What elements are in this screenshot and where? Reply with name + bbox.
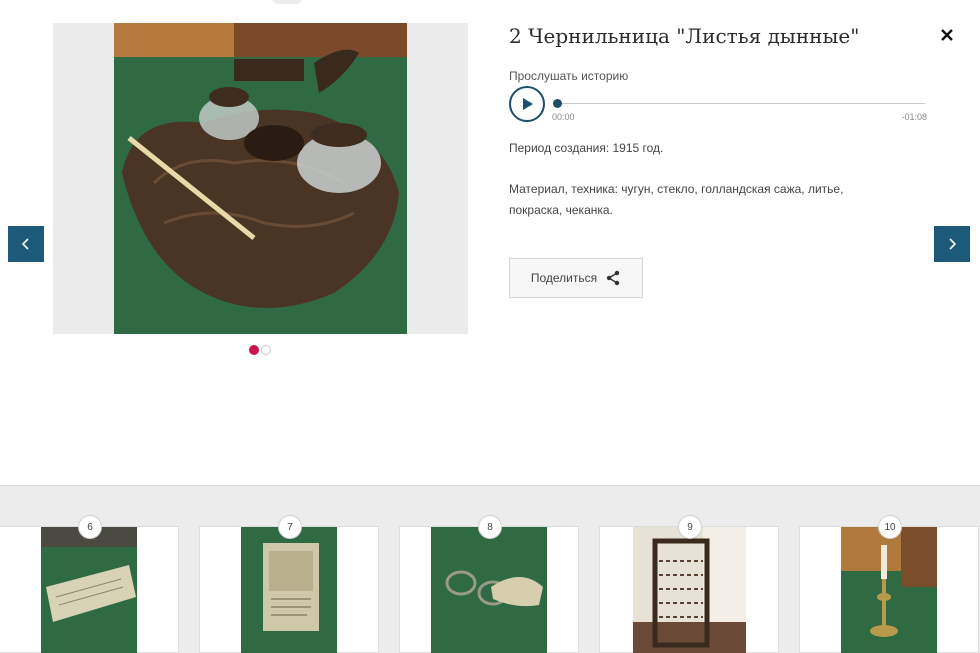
play-button[interactable] (509, 86, 545, 122)
next-item-button[interactable] (934, 226, 970, 262)
close-button[interactable] (938, 26, 956, 44)
panel-pointer (272, 0, 302, 4)
thumbnail-card[interactable]: 9 (599, 515, 779, 653)
audio-progress-handle[interactable] (553, 99, 562, 108)
thumbnail-number: 6 (78, 515, 102, 539)
item-title: 2 Чернильница "Листья дынные" (509, 24, 860, 48)
audio-progress-track[interactable] (554, 103, 925, 104)
thumbnail-image (633, 527, 746, 653)
audio-player: 00:00 -01:08 (509, 86, 927, 124)
share-button-label: Поделиться (530, 271, 598, 285)
play-icon (523, 98, 533, 110)
thumbnail-card[interactable]: 10 (799, 515, 979, 653)
audio-time-remaining: -01:08 (901, 112, 927, 122)
artifact-detail-panel: 2 Чернильница "Листья дынные" Прослушать… (0, 0, 980, 486)
thumbnail-number: 9 (678, 515, 702, 539)
chevron-right-icon (949, 238, 957, 250)
thumbnail-strip: 6 7 8 9 10 (0, 515, 980, 653)
prev-item-button[interactable] (8, 226, 44, 262)
thumbnail-number: 8 (478, 515, 502, 539)
share-button[interactable]: Поделиться (509, 258, 643, 298)
share-icon (606, 270, 620, 286)
thumbnail-image (41, 527, 137, 653)
thumbnail-card[interactable]: 7 (199, 515, 379, 653)
creation-period: Период создания: 1915 год. (509, 141, 664, 155)
chevron-left-icon (21, 238, 29, 250)
artifact-photo-frame (53, 23, 468, 334)
thumbnail-image (241, 527, 337, 653)
thumbnail-image (841, 527, 937, 653)
thumbnail-card[interactable]: 6 (0, 515, 179, 653)
slide-dot-2[interactable] (261, 345, 271, 355)
thumbnail-number: 10 (878, 515, 902, 539)
artifact-photo[interactable] (114, 23, 407, 334)
slide-dot-1[interactable] (249, 345, 259, 355)
thumbnail-image (431, 527, 547, 653)
thumbnail-card[interactable]: 8 (399, 515, 579, 653)
thumbnail-number: 7 (278, 515, 302, 539)
close-icon (941, 29, 953, 41)
slide-indicator (249, 345, 271, 355)
listen-story-label: Прослушать историю (509, 69, 629, 83)
material-technique: Материал, техника: чугун, стекло, голлан… (509, 182, 844, 217)
audio-time-current: 00:00 (552, 112, 575, 122)
